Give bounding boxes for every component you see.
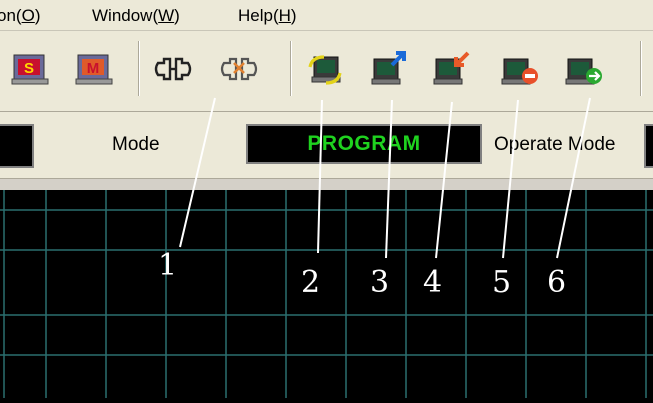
callout-line-2 <box>317 99 323 254</box>
callout-number-4: 4 <box>423 265 443 300</box>
callout-lines <box>179 97 591 259</box>
callout-number-3: 3 <box>370 265 390 300</box>
callout-line-3 <box>385 99 393 259</box>
callout-number-1: 1 <box>158 248 178 283</box>
callout-line-5 <box>502 99 519 259</box>
callout-number-5: 5 <box>492 265 512 300</box>
callout-number-2: 2 <box>301 265 321 300</box>
callout-line-4 <box>435 101 453 259</box>
callout-number-6: 6 <box>547 265 567 300</box>
callout-line-6 <box>556 97 591 259</box>
callout-line-1 <box>179 97 216 248</box>
